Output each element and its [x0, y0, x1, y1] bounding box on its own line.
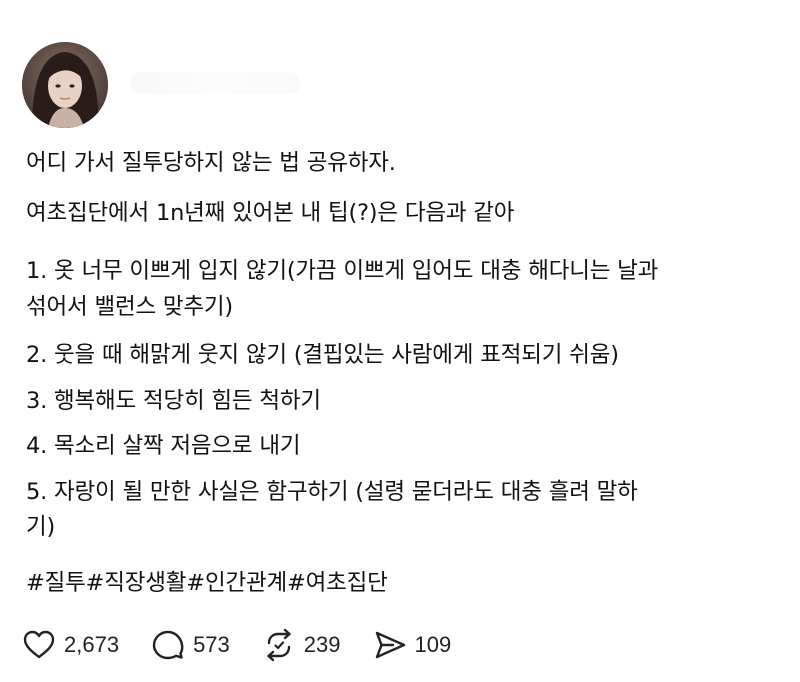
like-count: 2,673: [64, 632, 120, 657]
repost-icon: [267, 628, 291, 662]
like-button[interactable]: 2,673: [22, 629, 119, 661]
comment-count: 573: [193, 632, 230, 657]
post-body-line: 1. 옷 너무 이쁘게 입지 않기(가끔 이쁘게 입어도 대충 해다니는 날과: [26, 258, 659, 284]
action-bar: 2,673 573 239 109: [22, 628, 483, 662]
avatar[interactable]: [22, 42, 108, 128]
repost-count: 239: [303, 632, 341, 657]
username-redacted: [130, 72, 300, 94]
hashtags[interactable]: #질투#직장생활#인간관계#여초집단: [26, 568, 388, 598]
post-body-line: 기): [26, 514, 56, 540]
send-icon: [375, 631, 405, 659]
thread-post: 어디 가서 질투당하지 않는 법 공유하자. 여초집단에서 1n년째 있어본 내…: [0, 0, 800, 682]
post-body-line: 여초집단에서 1n년째 있어본 내 팁(?)은 다음과 같아: [26, 200, 515, 226]
share-button[interactable]: 109: [373, 628, 452, 662]
repost-button[interactable]: 239: [262, 628, 341, 662]
comment-button[interactable]: 573: [151, 628, 230, 662]
avatar-photo: [22, 42, 108, 128]
post-body-line: 섞어서 밸런스 맞추기): [26, 294, 233, 320]
share-count: 109: [414, 632, 452, 657]
comment-bubble-icon: [152, 630, 184, 660]
heart-icon: [23, 630, 55, 659]
post-body-line: 4. 목소리 살짝 저음으로 내기: [26, 433, 301, 459]
post-body-line: 2. 웃을 때 해맑게 웃지 않기 (결핍있는 사람에게 표적되기 쉬움): [26, 342, 619, 368]
post-body-line: 3. 행복해도 적당히 힘든 척하기: [26, 388, 321, 414]
post-body-line: 어디 가서 질투당하지 않는 법 공유하자.: [26, 150, 396, 176]
post-body-line: 5. 자랑이 될 만한 사실은 함구하기 (설령 묻더라도 대충 흘려 말하: [26, 479, 638, 505]
